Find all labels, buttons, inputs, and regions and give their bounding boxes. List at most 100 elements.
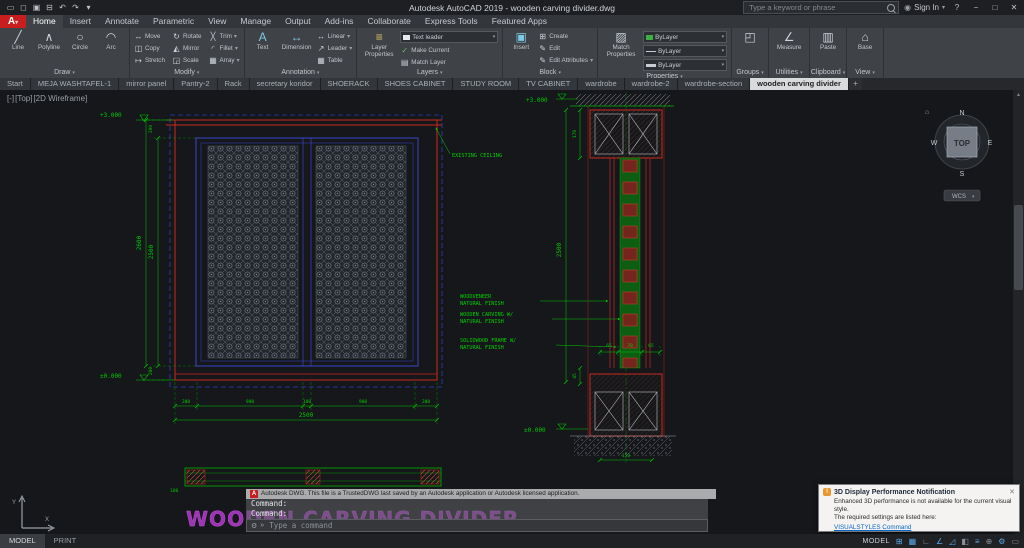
viewcube-home-icon[interactable]: ⌂ xyxy=(925,109,929,116)
linear-button[interactable]: ↔Linear▾ xyxy=(317,30,353,42)
move-button[interactable]: ↔Move xyxy=(134,30,165,42)
copy-button[interactable]: ◫Copy xyxy=(134,42,165,54)
file-tab-start[interactable]: Start xyxy=(0,78,31,90)
polar-tracking-icon[interactable]: ∠ xyxy=(936,537,943,546)
ribbon-tab-annotate[interactable]: Annotate xyxy=(98,15,146,28)
file-tab[interactable]: STUDY ROOM xyxy=(453,78,519,90)
viewcube-top-face[interactable]: TOP xyxy=(954,139,971,148)
app-menu-button[interactable]: A▾ xyxy=(0,15,26,28)
new-file-icon[interactable]: ▭ xyxy=(6,3,15,12)
insert-button[interactable]: ▣Insert xyxy=(507,30,535,51)
dimension-button[interactable]: ↔Dimension xyxy=(280,30,314,51)
ribbon-tab-express-tools[interactable]: Express Tools xyxy=(418,15,485,28)
new-tab-button[interactable]: + xyxy=(849,78,862,90)
viewcube-north[interactable]: N xyxy=(959,110,964,117)
file-tab[interactable]: secretary koridor xyxy=(250,78,321,90)
panel-label-utilities[interactable]: Utilities▾ xyxy=(769,68,809,78)
scale-button[interactable]: ◲Scale xyxy=(172,54,202,66)
ucs-icon[interactable]: Y X xyxy=(12,496,54,531)
annotation-scale-icon[interactable]: ⊕ xyxy=(986,537,993,546)
ribbon-tab-parametric[interactable]: Parametric xyxy=(146,15,201,28)
drawing-canvas[interactable]: [-] [Top] [2D Wireframe] xyxy=(0,90,1024,534)
group-button[interactable]: ◰ xyxy=(736,30,764,44)
search-input[interactable] xyxy=(747,2,885,13)
match-properties-button[interactable]: ▨Match Properties xyxy=(602,30,640,58)
grid-icon[interactable]: ⊞ xyxy=(896,537,903,546)
text-button[interactable]: AText xyxy=(249,30,277,51)
file-tab[interactable]: Rack xyxy=(218,78,250,90)
edit-attributes-button[interactable]: ✎Edit Attributes▾ xyxy=(538,54,593,66)
paste-button[interactable]: ▥Paste xyxy=(814,30,842,51)
ribbon-tab-collaborate[interactable]: Collaborate xyxy=(360,15,417,28)
panel-label-groups[interactable]: Groups▾ xyxy=(732,68,768,78)
stretch-button[interactable]: ↦Stretch xyxy=(134,54,165,66)
save-icon[interactable]: ▣ xyxy=(32,3,41,12)
rotate-button[interactable]: ↻Rotate xyxy=(172,30,202,42)
help-search-box[interactable] xyxy=(743,1,899,14)
panel-label-annotation[interactable]: Annotation▾ xyxy=(245,68,357,78)
file-tab[interactable]: SHOERACK xyxy=(321,78,378,90)
table-button[interactable]: ▦Table xyxy=(317,54,353,66)
command-line[interactable]: ⚙ » xyxy=(246,519,708,532)
panel-label-view[interactable]: View▾ xyxy=(847,68,883,78)
command-customize-icon[interactable]: ⚙ xyxy=(251,522,257,530)
viewcube[interactable]: TOP N S W E ⌂ WCS ▾ xyxy=(925,109,993,201)
object-color-dropdown[interactable]: ByLayer▾ xyxy=(643,31,727,43)
ribbon-tab-manage[interactable]: Manage xyxy=(233,15,278,28)
sign-in-button[interactable]: ◉ Sign In ▾ xyxy=(904,3,945,12)
viewcube-west[interactable]: W xyxy=(931,140,938,147)
panel-label-draw[interactable]: Draw▾ xyxy=(0,68,129,78)
open-file-icon[interactable]: ◻ xyxy=(19,3,28,12)
leader-button[interactable]: ↗Leader▾ xyxy=(317,42,353,54)
redo-icon[interactable]: ↷ xyxy=(71,3,80,12)
layer-properties-button[interactable]: ≡Layer Properties xyxy=(361,30,397,58)
file-tab-active[interactable]: wooden carving divider xyxy=(750,78,849,90)
view-control-button[interactable]: [Top] xyxy=(15,94,32,103)
model-tab[interactable]: MODEL xyxy=(0,534,45,548)
search-icon[interactable] xyxy=(887,4,895,12)
trim-button[interactable]: ╳Trim▾ xyxy=(209,30,240,42)
ribbon-tab-insert[interactable]: Insert xyxy=(63,15,98,28)
notification-close-icon[interactable]: ✕ xyxy=(1009,488,1015,496)
file-tab[interactable]: Pantry-2 xyxy=(174,78,217,90)
file-tab[interactable]: mirror panel xyxy=(119,78,174,90)
wcs-dropdown[interactable]: WCS xyxy=(952,194,966,200)
isodraft-icon[interactable]: ◧ xyxy=(961,537,969,546)
model-space-button[interactable]: MODEL xyxy=(862,538,889,545)
panel-label-modify[interactable]: Modify▾ xyxy=(130,68,244,78)
ribbon-tab-home[interactable]: Home xyxy=(26,15,63,28)
panel-label-layers[interactable]: Layers▾ xyxy=(357,68,502,78)
viewcube-south[interactable]: S xyxy=(960,171,965,178)
lineweight-icon[interactable]: ≡ xyxy=(975,537,980,546)
osnap-icon[interactable]: ◿ xyxy=(949,537,955,546)
ribbon-tab-addins[interactable]: Add-ins xyxy=(318,15,361,28)
scrollbar-thumb[interactable] xyxy=(1014,205,1023,290)
edit-block-button[interactable]: ✎Edit xyxy=(538,42,593,54)
fullscreen-icon[interactable]: ▭ xyxy=(1011,537,1019,546)
snap-icon[interactable]: ▦ xyxy=(909,537,917,546)
plot-icon[interactable]: ⊟ xyxy=(45,3,54,12)
create-block-button[interactable]: ⊞Create xyxy=(538,30,593,42)
minimize-button[interactable]: − xyxy=(969,3,983,12)
base-view-button[interactable]: ⌂Base xyxy=(851,30,879,51)
ribbon-tab-view[interactable]: View xyxy=(201,15,233,28)
polyline-button[interactable]: ∧Polyline xyxy=(35,30,63,51)
array-button[interactable]: ▦Array▾ xyxy=(209,54,240,66)
match-layer-button[interactable]: ▤Match Layer xyxy=(400,56,498,68)
maximize-button[interactable]: □ xyxy=(988,3,1002,12)
viewcube-east[interactable]: E xyxy=(988,140,993,147)
layer-dropdown[interactable]: Text leader ▾ xyxy=(400,31,498,43)
ribbon-tab-featured-apps[interactable]: Featured Apps xyxy=(485,15,554,28)
linetype-dropdown[interactable]: ByLayer▾ xyxy=(643,45,727,57)
lineweight-dropdown[interactable]: ByLayer▾ xyxy=(643,59,727,71)
file-tab[interactable]: wardrobe xyxy=(578,78,624,90)
ortho-icon[interactable]: ∟ xyxy=(922,537,930,546)
mirror-button[interactable]: ◭Mirror xyxy=(172,42,202,54)
ribbon-tab-output[interactable]: Output xyxy=(278,15,318,28)
make-current-button[interactable]: ✓Make Current xyxy=(400,44,498,56)
visualstyles-link[interactable]: VISUALSTYLES Command xyxy=(834,524,911,532)
close-button[interactable]: ✕ xyxy=(1007,3,1021,12)
qat-customize-icon[interactable]: ▾ xyxy=(84,3,93,12)
arc-button[interactable]: ◠Arc xyxy=(97,30,125,51)
file-tab[interactable]: wardrobe-section xyxy=(678,78,751,90)
